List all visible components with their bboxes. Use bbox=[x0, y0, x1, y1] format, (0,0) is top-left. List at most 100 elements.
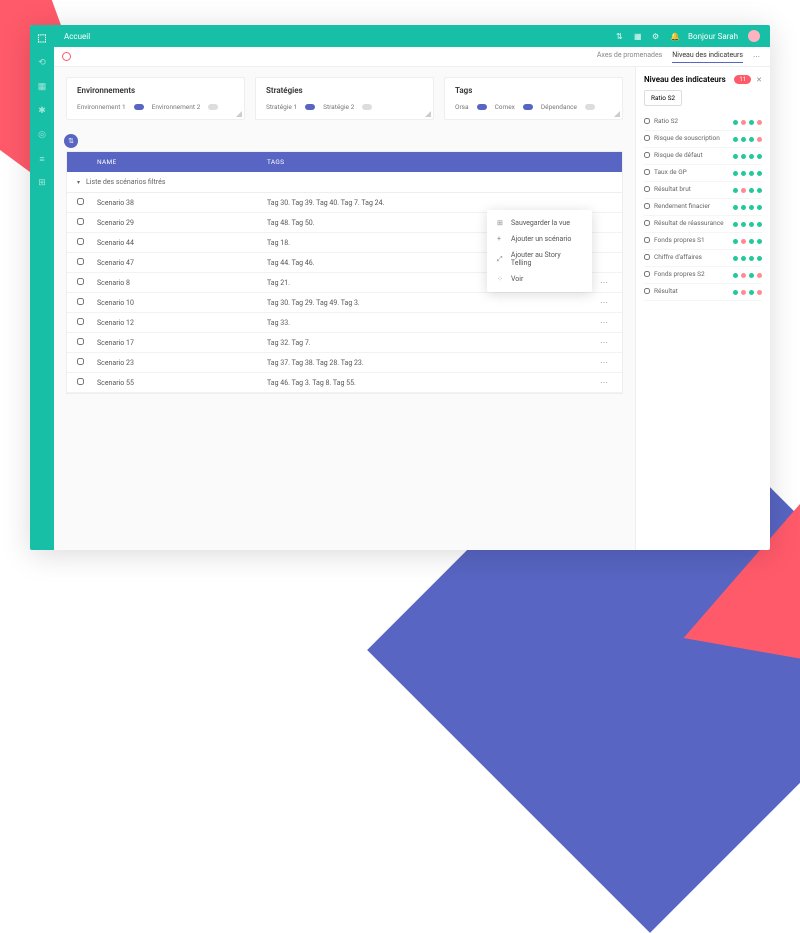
toggle-pill[interactable] bbox=[523, 104, 533, 110]
indicator-checkbox[interactable] bbox=[644, 186, 650, 192]
table-row[interactable]: Scenario 17Tag 32. Tag 7.⋯ bbox=[67, 333, 622, 353]
indicator-row[interactable]: Rendement finacier bbox=[644, 199, 762, 216]
app-window: ⬚ ⟲ ▦ ✱ ◎ ≡ ⊞ Accueil ⇅ ▦ ⚙ 🔔 Bonjour Sa… bbox=[30, 25, 770, 550]
menu-item-label: Voir bbox=[511, 275, 523, 283]
status-dot bbox=[757, 256, 762, 261]
content: EnvironnementsEnvironnement 1Environneme… bbox=[54, 67, 770, 550]
indicator-checkbox[interactable] bbox=[644, 271, 650, 277]
row-checkbox[interactable] bbox=[77, 298, 84, 305]
nav-settings-icon[interactable]: ⊞ bbox=[37, 178, 47, 188]
toggle-pill[interactable] bbox=[305, 104, 315, 110]
context-menu: ⊞Sauvegarder la vue+Ajouter un scénario⤢… bbox=[487, 210, 592, 292]
row-more-icon[interactable]: ⋯ bbox=[596, 278, 612, 287]
indicator-row[interactable]: Résultat de réassurance bbox=[644, 216, 762, 233]
logo-icon[interactable]: ⬚ bbox=[37, 33, 46, 44]
status-dot bbox=[757, 120, 762, 125]
indicator-checkbox[interactable] bbox=[644, 254, 650, 260]
col-tags[interactable]: TAGS bbox=[267, 158, 284, 166]
table-subtitle-row[interactable]: ▾ Liste des scénarios filtrés bbox=[67, 172, 622, 193]
toggle-pill[interactable] bbox=[585, 104, 595, 110]
table-badge-icon[interactable]: ⇅ bbox=[64, 134, 78, 148]
row-checkbox[interactable] bbox=[77, 338, 84, 345]
nav-grid-icon[interactable]: ▦ bbox=[37, 82, 47, 92]
toggle-pill[interactable] bbox=[134, 104, 144, 110]
tab-axes[interactable]: Axes de promenades bbox=[597, 51, 662, 62]
row-more-icon[interactable]: ⋯ bbox=[596, 318, 612, 327]
status-dot bbox=[749, 290, 754, 295]
table-row[interactable]: Scenario 10Tag 30. Tag 29. Tag 49. Tag 3… bbox=[67, 293, 622, 313]
row-more-icon[interactable]: ⋯ bbox=[596, 358, 612, 367]
table-row[interactable]: Scenario 55Tag 46. Tag 3. Tag 8. Tag 55.… bbox=[67, 373, 622, 393]
filter-icon[interactable]: ⇅ bbox=[616, 32, 624, 40]
indicator-row[interactable]: Chiffre d'affaires bbox=[644, 250, 762, 267]
indicator-row[interactable]: Fonds propres S2 bbox=[644, 267, 762, 284]
resize-icon[interactable] bbox=[236, 111, 242, 117]
status-dot bbox=[749, 205, 754, 210]
indicator-row[interactable]: Ratio S2 bbox=[644, 114, 762, 131]
status-dot bbox=[741, 222, 746, 227]
row-more-icon[interactable]: ⋯ bbox=[596, 338, 612, 347]
indicator-row[interactable]: Risque de souscription bbox=[644, 131, 762, 148]
filter-chip[interactable]: Ratio S2 bbox=[644, 90, 682, 106]
menu-item-label: Ajouter au Story Telling bbox=[511, 251, 582, 267]
record-icon[interactable] bbox=[62, 52, 71, 61]
bell-icon[interactable]: 🔔 bbox=[670, 32, 678, 40]
status-dot bbox=[749, 137, 754, 142]
indicator-checkbox[interactable] bbox=[644, 169, 650, 175]
indicator-label: Résultat de réassurance bbox=[654, 220, 733, 228]
indicator-label: Risque de souscription bbox=[654, 135, 733, 143]
context-menu-item[interactable]: ⁘Voir bbox=[487, 271, 592, 287]
toggle-pill[interactable] bbox=[477, 104, 487, 110]
indicator-label: Chiffre d'affaires bbox=[654, 254, 733, 262]
indicator-checkbox[interactable] bbox=[644, 203, 650, 209]
resize-icon[interactable] bbox=[425, 111, 431, 117]
tab-indicateurs[interactable]: Niveau des indicateurs bbox=[672, 51, 743, 63]
status-dot bbox=[733, 154, 738, 159]
indicator-checkbox[interactable] bbox=[644, 288, 650, 294]
toggle-pill[interactable] bbox=[208, 104, 218, 110]
indicator-label: Rendement finacier bbox=[654, 203, 733, 211]
row-tags: Tag 30. Tag 29. Tag 49. Tag 3. bbox=[267, 299, 596, 307]
row-checkbox[interactable] bbox=[77, 358, 84, 365]
gear-icon[interactable]: ⚙ bbox=[652, 32, 660, 40]
row-checkbox[interactable] bbox=[77, 198, 84, 205]
row-checkbox[interactable] bbox=[77, 258, 84, 265]
nav-branch-icon[interactable]: ✱ bbox=[37, 106, 47, 116]
grid-icon[interactable]: ▦ bbox=[634, 32, 642, 40]
context-menu-item[interactable]: ⊞Sauvegarder la vue bbox=[487, 215, 592, 231]
more-icon[interactable]: ⋯ bbox=[753, 53, 760, 61]
row-more-icon[interactable]: ⋯ bbox=[596, 298, 612, 307]
status-dot bbox=[757, 205, 762, 210]
row-checkbox[interactable] bbox=[77, 218, 84, 225]
row-checkbox[interactable] bbox=[77, 318, 84, 325]
indicator-row[interactable]: Taux de GP bbox=[644, 165, 762, 182]
indicator-row[interactable]: Résultat bbox=[644, 284, 762, 301]
indicator-checkbox[interactable] bbox=[644, 118, 650, 124]
card-item-label: Orsa bbox=[455, 103, 469, 111]
context-menu-item[interactable]: +Ajouter un scénario bbox=[487, 231, 592, 247]
indicator-row[interactable]: Fonds propres S1 bbox=[644, 233, 762, 250]
indicator-checkbox[interactable] bbox=[644, 135, 650, 141]
indicator-checkbox[interactable] bbox=[644, 220, 650, 226]
col-name[interactable]: NAME bbox=[97, 158, 267, 166]
nav-chart-icon[interactable]: ≡ bbox=[37, 154, 47, 164]
status-dot bbox=[741, 205, 746, 210]
table-row[interactable]: Scenario 23Tag 37. Tag 38. Tag 28. Tag 2… bbox=[67, 353, 622, 373]
nav-target-icon[interactable]: ◎ bbox=[37, 130, 47, 140]
context-menu-item[interactable]: ⤢Ajouter au Story Telling bbox=[487, 247, 592, 271]
indicator-row[interactable]: Résultat brut bbox=[644, 182, 762, 199]
indicator-checkbox[interactable] bbox=[644, 237, 650, 243]
avatar[interactable] bbox=[748, 30, 760, 42]
row-checkbox[interactable] bbox=[77, 278, 84, 285]
breadcrumb: Accueil bbox=[64, 32, 90, 41]
table-row[interactable]: Scenario 12Tag 33.⋯ bbox=[67, 313, 622, 333]
close-icon[interactable]: ✕ bbox=[756, 76, 762, 84]
row-checkbox[interactable] bbox=[77, 378, 84, 385]
row-more-icon[interactable]: ⋯ bbox=[596, 378, 612, 387]
indicator-row[interactable]: Risque de défaut bbox=[644, 148, 762, 165]
row-checkbox[interactable] bbox=[77, 238, 84, 245]
resize-icon[interactable] bbox=[614, 111, 620, 117]
toggle-pill[interactable] bbox=[362, 104, 372, 110]
nav-link-icon[interactable]: ⟲ bbox=[37, 58, 47, 68]
indicator-checkbox[interactable] bbox=[644, 152, 650, 158]
